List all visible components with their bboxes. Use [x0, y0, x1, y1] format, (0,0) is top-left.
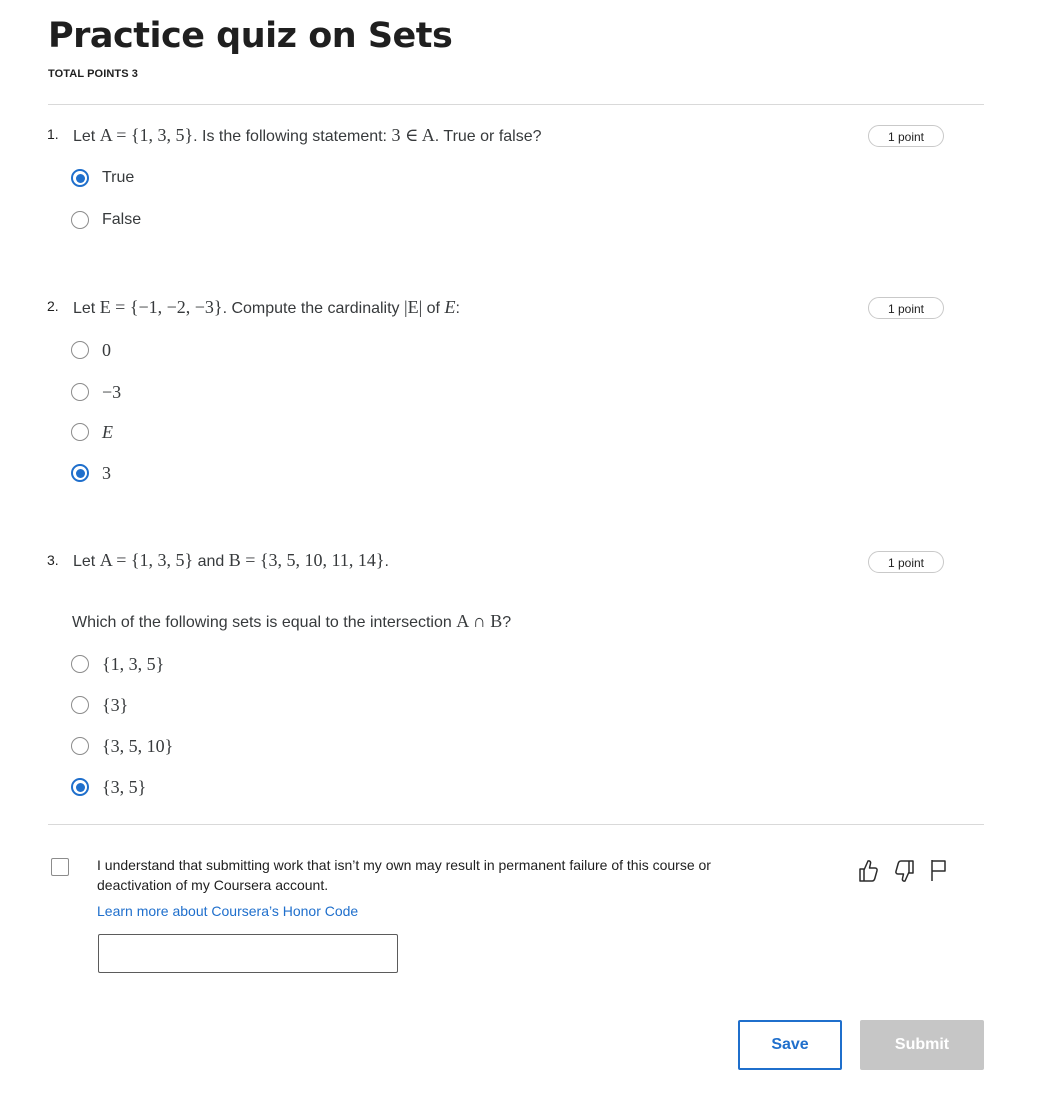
prompt-text: and: [193, 553, 229, 570]
question-prompt: Let A = {1, 3, 5} and B = {3, 5, 10, 11,…: [73, 550, 389, 571]
prompt-text: .: [384, 553, 389, 570]
question-number: 3.: [47, 552, 59, 568]
option-label: E: [102, 421, 113, 442]
save-button[interactable]: Save: [738, 1020, 842, 1070]
option-label: True: [102, 169, 135, 186]
radio-button[interactable]: [71, 778, 89, 796]
honor-code-link[interactable]: Learn more about Coursera’s Honor Code: [97, 903, 358, 919]
question-number: 1.: [47, 126, 59, 142]
answer-option[interactable]: −3: [71, 380, 121, 404]
answer-option[interactable]: {1, 3, 5}: [71, 652, 164, 676]
thumbs-up-icon[interactable]: [857, 857, 879, 888]
option-label: {1, 3, 5}: [102, 653, 165, 674]
radio-button[interactable]: [71, 464, 89, 482]
prompt-math: |E|: [404, 297, 423, 317]
prompt-text: Let: [73, 300, 100, 317]
option-label: −3: [102, 381, 122, 402]
radio-button[interactable]: [71, 423, 89, 441]
option-label: False: [102, 211, 142, 228]
radio-button[interactable]: [71, 341, 89, 359]
prompt-math: A = {1, 3, 5}: [99, 550, 194, 570]
prompt-text: . True or false?: [434, 128, 542, 145]
prompt-text: Let: [73, 553, 100, 570]
legal-name-input[interactable]: [98, 934, 398, 973]
points-badge: 1 point: [868, 551, 944, 573]
prompt-text: of: [422, 300, 445, 317]
prompt-math: A ∩ B: [456, 611, 503, 631]
prompt-math: E = {−1, −2, −3}: [99, 297, 223, 317]
points-badge: 1 point: [868, 297, 944, 319]
radio-button[interactable]: [71, 696, 89, 714]
prompt-text: . Is the following statement:: [193, 128, 392, 145]
answer-option[interactable]: 0: [71, 338, 111, 362]
total-points: TOTAL POINTS 3: [48, 68, 139, 80]
thumbs-down-icon[interactable]: [894, 857, 916, 888]
answer-option[interactable]: 3: [71, 461, 111, 485]
answer-option[interactable]: {3, 5}: [71, 775, 146, 799]
prompt-text: :: [455, 300, 460, 317]
question-prompt: Let A = {1, 3, 5}. Is the following stat…: [73, 125, 542, 146]
points-badge: 1 point: [868, 125, 944, 147]
prompt-math: E: [444, 297, 456, 317]
honor-code-checkbox[interactable]: [51, 858, 69, 876]
option-label: 3: [102, 462, 111, 483]
answer-option[interactable]: {3}: [71, 693, 128, 717]
radio-button[interactable]: [71, 383, 89, 401]
prompt-text: Which of the following sets is equal to …: [72, 614, 457, 631]
top-divider: [48, 104, 984, 105]
flag-icon[interactable]: [930, 857, 948, 888]
prompt-math: B = {3, 5, 10, 11, 14}: [228, 550, 385, 570]
answer-option[interactable]: False: [71, 208, 141, 232]
radio-button[interactable]: [71, 737, 89, 755]
option-label: {3, 5, 10}: [102, 735, 174, 756]
prompt-math: A = {1, 3, 5}: [99, 125, 194, 145]
page-title: Practice quiz on Sets: [48, 16, 453, 56]
prompt-text: ?: [502, 614, 512, 631]
answer-option[interactable]: {3, 5, 10}: [71, 734, 173, 758]
submit-button[interactable]: Submit: [860, 1020, 984, 1070]
prompt-text: . Compute the cardinality: [222, 300, 404, 317]
radio-button[interactable]: [71, 655, 89, 673]
answer-option[interactable]: E: [71, 420, 113, 444]
question-number: 2.: [47, 298, 59, 314]
prompt-text: Let: [73, 128, 100, 145]
radio-button[interactable]: [71, 211, 89, 229]
option-label: {3, 5}: [102, 776, 147, 797]
radio-button[interactable]: [71, 169, 89, 187]
bottom-divider: [48, 824, 984, 825]
answer-option[interactable]: True: [71, 166, 134, 190]
option-label: 0: [102, 339, 111, 360]
honor-code-statement: I understand that submitting work that i…: [97, 857, 711, 893]
question-subprompt: Which of the following sets is equal to …: [72, 611, 511, 632]
prompt-math: 3 ∈ A: [391, 125, 435, 145]
question-prompt: Let E = {−1, −2, −3}. Compute the cardin…: [73, 297, 460, 318]
option-label: {3}: [102, 694, 129, 715]
